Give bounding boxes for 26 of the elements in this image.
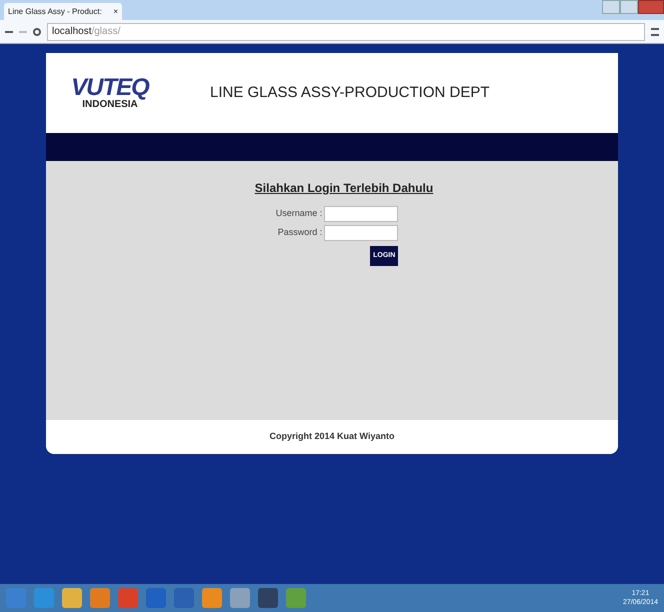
app-icon[interactable] — [118, 588, 138, 608]
input-field[interactable] — [324, 225, 398, 241]
reload-icon[interactable] — [33, 28, 41, 36]
browser-tab[interactable]: Line Glass Assy - Product: × — [4, 3, 122, 20]
address-bar[interactable]: localhost/glass/ — [47, 22, 645, 40]
minimize-button[interactable] — [602, 0, 620, 14]
app-icon[interactable] — [146, 588, 166, 608]
app-icon[interactable] — [202, 588, 222, 608]
app-icon[interactable] — [62, 588, 82, 608]
field-label: Username : — [276, 207, 322, 220]
page-title: LINE GLASS ASSY-PRODUCTION DEPT — [210, 82, 490, 103]
field-label: Password : — [278, 226, 322, 240]
app-icon[interactable] — [34, 588, 54, 608]
app-icon[interactable] — [230, 588, 250, 608]
login-heading: Silahkan Login Terlebih Dahulu — [254, 180, 434, 197]
close-button[interactable] — [638, 0, 664, 14]
app-icon[interactable] — [174, 588, 194, 608]
maximize-button[interactable] — [620, 0, 638, 14]
app-icon[interactable] — [258, 588, 278, 608]
input-field[interactable] — [324, 206, 398, 222]
app-icon[interactable] — [6, 588, 26, 608]
copyright-text: Copyright 2014 Kuat Wiyanto — [270, 430, 394, 444]
app-icon[interactable] — [90, 588, 110, 608]
app-icon[interactable] — [286, 588, 306, 608]
menu-icon[interactable] — [651, 28, 659, 36]
logo: VUTEQ INDONESIA — [70, 76, 150, 110]
